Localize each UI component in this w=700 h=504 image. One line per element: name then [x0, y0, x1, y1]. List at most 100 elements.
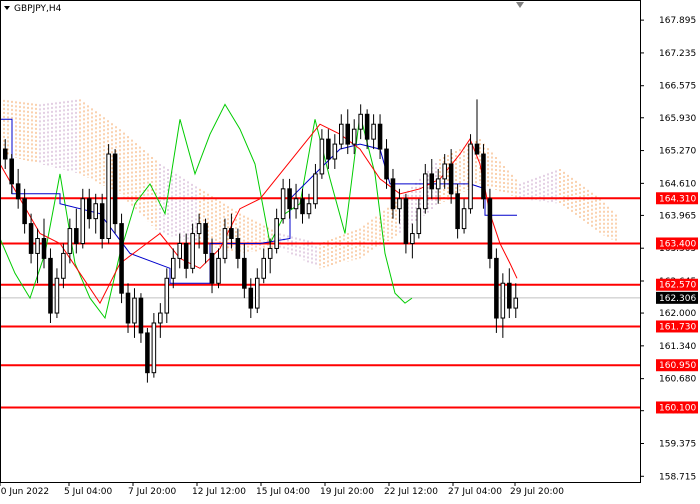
candle-bear — [41, 238, 47, 259]
candle-bull — [468, 143, 473, 210]
candle-bull — [67, 228, 73, 254]
x-tick-label: 30 Jun 2022 — [0, 487, 49, 497]
candle-bear — [384, 148, 389, 180]
level-label: 160.100 — [659, 403, 696, 413]
candle-bull — [151, 322, 157, 374]
candle-bull — [339, 123, 344, 145]
candle-bear — [86, 198, 92, 220]
x-tick-label: 27 Jul 04:00 — [448, 487, 502, 497]
level-label: 164.310 — [659, 194, 696, 204]
candle-bear — [455, 193, 460, 230]
candle-bear — [300, 198, 305, 215]
candle-bull — [435, 178, 441, 190]
candle-bear — [390, 178, 396, 210]
candle-bear — [74, 228, 79, 244]
candle-bull — [35, 238, 40, 254]
x-tick-label: 7 Jul 20:00 — [128, 487, 177, 497]
candle-bear — [119, 223, 124, 294]
candle-bear — [229, 228, 234, 240]
candle-bear — [487, 198, 493, 259]
y-tick-label: 165.930 — [659, 114, 696, 124]
candle-bull — [461, 208, 467, 230]
level-label: 162.570 — [659, 281, 696, 291]
candle-bull — [371, 123, 376, 140]
candle-bull — [306, 203, 312, 215]
candle-bull — [358, 113, 363, 130]
candle-bull — [170, 257, 176, 279]
candle-bear — [474, 143, 480, 155]
y-tick-label: 161.340 — [659, 342, 696, 352]
candle-bear — [145, 332, 150, 374]
candle-bull — [132, 297, 137, 324]
candle-bull — [332, 143, 338, 160]
candle-bull — [423, 173, 428, 210]
candle-bull — [222, 228, 228, 259]
candle-bull — [93, 203, 98, 220]
y-tick-label: 163.965 — [659, 211, 696, 221]
candle-bull — [319, 138, 325, 175]
candle-bear — [112, 153, 118, 225]
y-tick-label: 167.895 — [659, 16, 696, 26]
candle-bull — [274, 218, 279, 249]
x-tick-label: 12 Jul 12:00 — [192, 487, 246, 497]
candle-bear — [481, 153, 486, 200]
y-tick-label: 165.270 — [659, 147, 696, 157]
candle-bull — [158, 312, 163, 324]
candle-bear — [448, 163, 454, 195]
candle-bear — [242, 257, 247, 289]
candle-bull — [397, 198, 402, 210]
candle-bear — [248, 287, 254, 309]
level-label: 161.730 — [659, 322, 696, 332]
candle-bull — [313, 173, 318, 205]
x-tick-label: 19 Jul 20:00 — [320, 487, 374, 497]
candle-bear — [287, 188, 292, 210]
x-tick-label: 22 Jul 12:00 — [384, 487, 438, 497]
candle-bull — [196, 223, 202, 235]
candle-bull — [351, 128, 357, 145]
ichimoku-chart: 167.895 167.235 166.575 165.930 165.270 164.6… — [0, 0, 700, 500]
y-tick-label: 167.235 — [659, 49, 696, 59]
symbol-label: GBPJPY,H4 — [14, 4, 62, 14]
candle-bull — [106, 153, 111, 240]
candle-bull — [280, 188, 286, 220]
y-tick-label: 164.610 — [659, 179, 696, 189]
candle-bull — [416, 208, 422, 235]
level-label: 160.950 — [659, 361, 696, 371]
x-tick-label: 29 Jul 20:00 — [510, 487, 564, 497]
candle-bear — [507, 282, 512, 309]
candle-bear — [494, 257, 499, 319]
x-tick-label: 15 Jul 04:00 — [256, 487, 310, 497]
candle-bear — [364, 113, 370, 140]
candle-bear — [326, 138, 331, 160]
candle-bull — [177, 242, 182, 259]
candle-bear — [209, 252, 215, 284]
x-tick-label: 5 Jul 04:00 — [64, 487, 113, 497]
candle-bear — [183, 242, 189, 269]
candle-bull — [410, 233, 415, 244]
candle-bull — [293, 198, 299, 210]
y-tick-label: 166.575 — [659, 82, 696, 92]
chart-background — [0, 0, 700, 500]
level-label: 163.400 — [659, 239, 696, 249]
candle-bull — [442, 163, 447, 180]
candle-bear — [9, 158, 14, 185]
candle-bull — [254, 277, 260, 309]
candle-bear — [377, 123, 383, 150]
candle-bear — [429, 173, 435, 190]
y-tick-label: 162.000 — [659, 309, 696, 319]
candle-bull — [164, 277, 170, 314]
candle-bull — [216, 257, 221, 284]
y-tick-label: 160.680 — [659, 375, 696, 385]
candle-bear — [403, 198, 409, 244]
candle-bull — [61, 252, 66, 279]
candle-bear — [99, 203, 105, 240]
candle-bear — [345, 123, 351, 145]
candle-bear — [125, 292, 131, 324]
current-price-label: 162.306 — [659, 294, 696, 304]
candle-bear — [138, 297, 144, 334]
candle-bull — [500, 282, 506, 319]
candle-bull — [261, 257, 267, 279]
candle-bear — [203, 223, 208, 254]
candle-bear — [22, 198, 27, 225]
chart-root: 167.895 167.235 166.575 165.930 165.270 164.6… — [0, 0, 700, 500]
